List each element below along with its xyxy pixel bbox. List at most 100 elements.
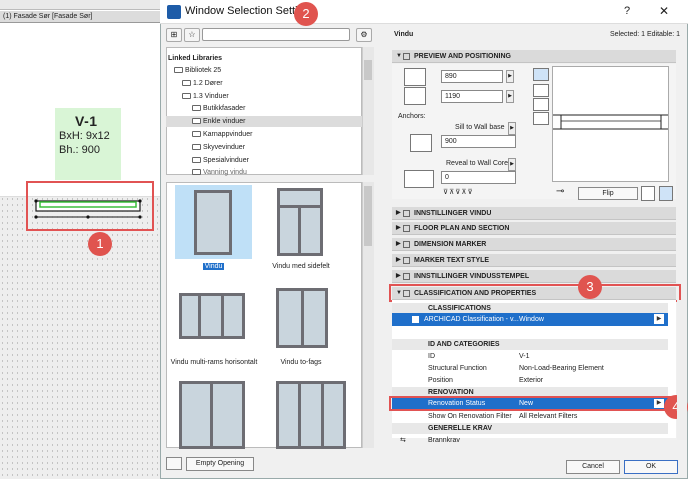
reveal-field[interactable]: 0 bbox=[441, 171, 516, 184]
chevron-right-icon: ▶ bbox=[396, 273, 401, 279]
library-manager-icon[interactable] bbox=[166, 457, 182, 470]
height-field[interactable]: 1190 bbox=[441, 90, 503, 103]
ok-button[interactable]: OK bbox=[624, 460, 678, 474]
plan-preview-icon bbox=[553, 114, 668, 130]
flip-button[interactable]: Flip bbox=[578, 187, 638, 200]
empty-opening-button[interactable]: Empty Opening bbox=[186, 457, 254, 471]
gallery-scroll-thumb[interactable] bbox=[364, 186, 372, 246]
tree-scroll-thumb[interactable] bbox=[364, 60, 372, 80]
prop-row[interactable]: ID V-1 bbox=[392, 351, 668, 362]
prop-value: Exterior bbox=[519, 377, 544, 384]
chevron-right-icon: ▶ bbox=[396, 210, 401, 216]
window-thumb-multi[interactable] bbox=[179, 293, 245, 339]
section-floorplan[interactable]: ▶ FLOOR PLAN AND SECTION bbox=[392, 222, 676, 235]
anchors-label: Anchors: bbox=[398, 113, 426, 120]
section-icon bbox=[403, 210, 410, 217]
width-field[interactable]: 890 bbox=[441, 70, 503, 83]
marker-id: V-1 bbox=[75, 113, 98, 129]
folder-icon bbox=[192, 131, 201, 138]
help-button[interactable]: ? bbox=[624, 5, 630, 17]
section-label: MARKER TEXT STYLE bbox=[414, 257, 490, 264]
swing-right-icon[interactable] bbox=[659, 186, 673, 201]
tree-label: Spesialvinduer bbox=[203, 157, 249, 164]
section-view-icon[interactable] bbox=[533, 112, 549, 125]
close-button[interactable]: ✕ bbox=[659, 4, 669, 18]
folder-icon bbox=[192, 105, 201, 112]
search-input[interactable] bbox=[202, 28, 350, 41]
section-icon bbox=[403, 257, 410, 264]
height-arrow[interactable]: ▶ bbox=[506, 90, 514, 103]
section-preview[interactable]: ▼ PREVIEW AND POSITIONING bbox=[392, 50, 676, 63]
cancel-button[interactable]: Cancel bbox=[566, 460, 620, 474]
classification-row[interactable]: ARCHICAD Classification - v... Window ▶ bbox=[392, 313, 668, 326]
section-innstillinger[interactable]: ▶ INNSTILLINGER VINDU bbox=[392, 207, 676, 220]
folder-icon bbox=[192, 157, 201, 164]
folder-view-icon[interactable]: ⊞ bbox=[166, 28, 182, 42]
tree-item-skyve[interactable]: Skyvevinduer bbox=[192, 142, 245, 153]
prop-row[interactable]: Structural Function Non-Load-Bearing Elem… bbox=[392, 363, 668, 374]
plan-toolbar bbox=[0, 0, 160, 10]
settings-gear-icon[interactable]: ⚙ bbox=[356, 28, 372, 42]
properties-scrollbar[interactable] bbox=[677, 300, 687, 440]
tree-item-cut[interactable]: Vanning vindu bbox=[192, 167, 247, 178]
classification-value: Window bbox=[519, 316, 544, 323]
tree-item-linked[interactable]: Linked Libraries bbox=[168, 53, 222, 64]
height-icon bbox=[404, 87, 426, 105]
section-label: INNSTILLINGER VINDUSSTEMPEL bbox=[414, 273, 530, 280]
mirror-icon[interactable]: ⊸ bbox=[556, 186, 572, 201]
tree-item-dorer[interactable]: 1.2 Dører bbox=[182, 78, 223, 89]
folder-icon bbox=[192, 118, 201, 125]
prop-key: ID bbox=[428, 353, 435, 360]
sill-arrow[interactable]: ▶ bbox=[508, 122, 516, 135]
tree-item-karnapp[interactable]: Karnappvinduer bbox=[192, 129, 252, 140]
chevron-right-icon: ▶ bbox=[396, 241, 401, 247]
step-badge-3: 3 bbox=[578, 275, 602, 299]
plan-tab[interactable]: (1) Fasade Sør [Fasade Sør] bbox=[0, 11, 160, 23]
chevron-right-icon: ▶ bbox=[396, 257, 401, 263]
section-dimension[interactable]: ▶ DIMENSION MARKER bbox=[392, 238, 676, 251]
sill-label: Sill to Wall base bbox=[455, 124, 505, 131]
classification-key: ARCHICAD Classification - v... bbox=[424, 316, 519, 323]
side-view-icon[interactable] bbox=[533, 84, 549, 97]
window-thumb-6[interactable] bbox=[276, 381, 346, 449]
marker-bxh: BxH: 9x12 bbox=[59, 130, 110, 142]
sill-field[interactable]: 900 bbox=[441, 135, 516, 148]
width-arrow[interactable]: ▶ bbox=[506, 70, 514, 83]
tree-item-vinduer[interactable]: 1.3 Vinduer bbox=[182, 91, 229, 102]
prop-row[interactable]: ⇆ Brannkrav bbox=[392, 435, 668, 446]
reveal-label: Reveal to Wall Core bbox=[446, 160, 508, 167]
mullion bbox=[210, 381, 213, 449]
section-marker-text[interactable]: ▶ MARKER TEXT STYLE bbox=[392, 254, 676, 267]
tree-item-enkle[interactable]: Enkle vinduer bbox=[166, 116, 362, 127]
tree-item-spesial[interactable]: Spesialvinduer bbox=[192, 155, 249, 166]
swing-left-icon[interactable] bbox=[641, 186, 655, 201]
section-icon bbox=[403, 225, 410, 232]
width-icon bbox=[404, 68, 426, 86]
prop-row[interactable]: Show On Renovation Filter All Relevant Fi… bbox=[392, 411, 668, 422]
gallery-label-text: Vindu bbox=[202, 263, 225, 270]
window-thumb-vindu[interactable] bbox=[194, 190, 232, 255]
tree-item-butikk[interactable]: Butikkfasader bbox=[192, 103, 245, 114]
prop-key: Position bbox=[428, 377, 453, 384]
folder-icon bbox=[192, 144, 201, 151]
section-stempel[interactable]: ▶ INNSTILLINGER VINDUSSTEMPEL bbox=[392, 270, 676, 283]
classification-arrow[interactable]: ▶ bbox=[654, 314, 664, 324]
gallery-label: Vindu bbox=[175, 263, 252, 270]
favorites-icon[interactable]: ☆ bbox=[184, 28, 200, 42]
chevron-right-icon: ▶ bbox=[396, 225, 401, 231]
reveal-arrow[interactable]: ▶ bbox=[508, 158, 516, 171]
plan-view-icon[interactable] bbox=[533, 68, 549, 81]
prop-row[interactable]: Position Exterior bbox=[392, 375, 668, 386]
plan-callout bbox=[26, 181, 154, 231]
tree-label: 1.2 Dører bbox=[193, 80, 223, 87]
checkbox-icon[interactable] bbox=[412, 316, 419, 323]
mullion bbox=[198, 293, 201, 339]
section-label: FLOOR PLAN AND SECTION bbox=[414, 225, 510, 232]
tree-item-bibliotek[interactable]: Bibliotek 25 bbox=[174, 65, 221, 76]
tree-label: Skyvevinduer bbox=[203, 144, 246, 151]
3d-view-icon[interactable] bbox=[533, 98, 549, 111]
object-name: Vindu bbox=[394, 31, 414, 38]
anchor-option-icons[interactable]: ⊽⊼⊽⊼⊽ bbox=[443, 188, 474, 196]
chevron-down-icon: ▼ bbox=[396, 53, 402, 59]
mullion bbox=[321, 381, 324, 449]
